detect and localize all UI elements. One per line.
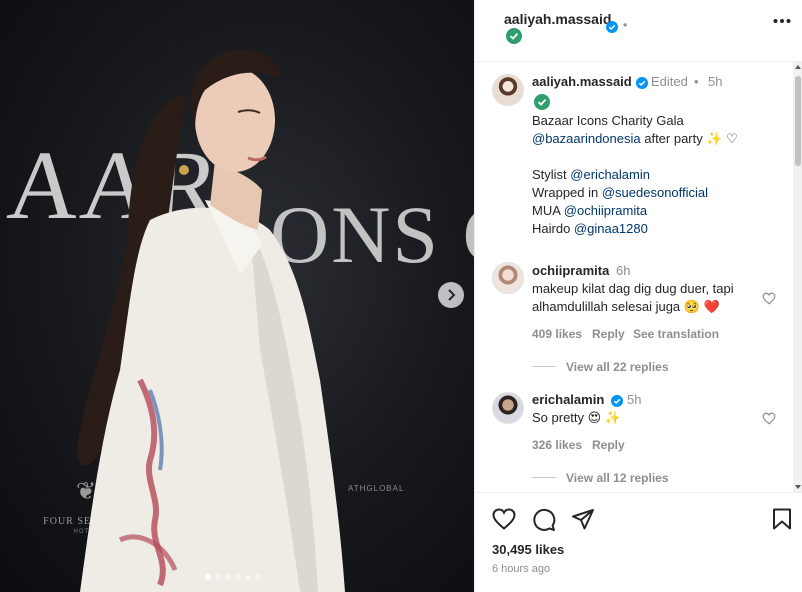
avatar[interactable] xyxy=(492,392,524,424)
avatar[interactable] xyxy=(492,74,524,106)
caption-stylist: Stylist @erichalamin xyxy=(532,166,650,184)
caption-dot: • xyxy=(694,74,699,89)
heart-outline-icon[interactable] xyxy=(492,508,516,530)
caption-username[interactable]: aaliyah.massaid xyxy=(532,73,632,91)
carousel-dots xyxy=(205,574,261,580)
stylist-label: Stylist xyxy=(532,167,571,182)
verified-badge-icon xyxy=(611,395,623,407)
backdrop-small-logo: ATHGLOBAL xyxy=(348,484,405,493)
green-check-badge-icon xyxy=(534,94,550,110)
green-check-badge-icon xyxy=(506,28,522,44)
view-replies-link[interactable]: View all 12 replies xyxy=(566,469,669,487)
verified-badge-icon xyxy=(636,77,648,89)
mention-ochiipramita[interactable]: @ochiipramita xyxy=(564,203,647,218)
header-separator: • xyxy=(623,18,628,32)
carousel-dot xyxy=(235,574,241,580)
view-replies-link[interactable]: View all 22 replies xyxy=(566,358,669,376)
ellipsis-icon[interactable] xyxy=(773,18,791,24)
comment-reply-button[interactable]: Reply xyxy=(592,325,625,343)
carousel-dot xyxy=(205,574,211,580)
comment-likes[interactable]: 409 likes xyxy=(532,325,582,343)
caption-line-1: Bazaar Icons Charity Gala xyxy=(532,113,684,128)
carousel-dot xyxy=(255,574,261,580)
caption-time[interactable]: 5h xyxy=(708,73,722,91)
post-timestamp[interactable]: 6 hours ago xyxy=(492,563,550,575)
paper-plane-icon[interactable] xyxy=(571,508,595,530)
comment-reply-button[interactable]: Reply xyxy=(592,436,625,454)
heart-outline-icon[interactable] xyxy=(762,412,776,425)
comments-scrollbar[interactable] xyxy=(793,62,802,492)
mua-label: MUA xyxy=(532,203,564,218)
mention-erichalamin[interactable]: @erichalamin xyxy=(570,167,650,182)
carousel-dot xyxy=(245,574,251,580)
carousel-dot xyxy=(215,574,221,580)
verified-badge-icon xyxy=(606,21,618,33)
carousel-dot xyxy=(225,574,231,580)
post-photo[interactable]: AAR ONS C ❦ FOUR SEASONS HOTEL xyxy=(0,0,474,592)
comment-username[interactable]: ochiipramita xyxy=(532,262,609,280)
heart-outline-icon[interactable] xyxy=(762,292,776,305)
caption-line-2-rest: after party ✨ ♡ xyxy=(640,131,738,146)
comment-time[interactable]: 6h xyxy=(616,262,630,280)
chevron-right-icon xyxy=(448,289,456,301)
scroll-up-arrow-icon[interactable] xyxy=(795,65,801,69)
like-count[interactable]: 30,495 likes xyxy=(492,542,564,557)
scrollbar-thumb[interactable] xyxy=(795,76,801,166)
scroll-down-arrow-icon[interactable] xyxy=(795,485,801,489)
comment-text-line-2: alhamdulillah selesai juga 🥺 ❤️ xyxy=(532,299,720,314)
header-username[interactable]: aaliyah.massaid xyxy=(504,11,611,27)
wrapped-label: Wrapped in xyxy=(532,185,602,200)
mention-suedesonofficial[interactable]: @suedesonofficial xyxy=(602,185,708,200)
comment-username[interactable]: erichalamin xyxy=(532,391,604,409)
see-translation-link[interactable]: See translation xyxy=(633,325,719,343)
mention-bazaarindonesia[interactable]: @bazaarindonesia xyxy=(532,131,641,146)
replies-divider xyxy=(532,477,556,478)
mention-ginaa1280[interactable]: @ginaa1280 xyxy=(574,221,648,236)
comment-likes[interactable]: 326 likes xyxy=(532,436,582,454)
comment-time[interactable]: 5h xyxy=(627,391,641,409)
replies-divider xyxy=(532,366,556,367)
comment-text-line-1: makeup kilat dag dig dug duer, tapi xyxy=(532,281,734,296)
bookmark-icon[interactable] xyxy=(772,508,792,530)
caption-mua: MUA @ochiipramita xyxy=(532,202,647,220)
caption-hairdo: Hairdo @ginaa1280 xyxy=(532,220,648,238)
post-actions: 30,495 likes 6 hours ago xyxy=(475,492,802,592)
caption-wrapped: Wrapped in @suedesonofficial xyxy=(532,184,708,202)
caption-edited: Edited xyxy=(651,74,688,89)
caption-line-2: @bazaarindonesia after party ✨ ♡ xyxy=(532,130,738,148)
avatar[interactable] xyxy=(492,262,524,294)
post-header: aaliyah.massaid • xyxy=(475,0,802,62)
carousel-next-button[interactable] xyxy=(438,282,464,308)
woman-figure xyxy=(77,49,345,592)
instagram-post-window: AAR ONS C ❦ FOUR SEASONS HOTEL xyxy=(0,0,802,592)
comments-scroll-area[interactable]: aaliyah.massaid Edited • 5h Bazaar Icons… xyxy=(475,62,793,492)
post-side-panel: aaliyah.massaid • aaliyah.massaid Edited… xyxy=(474,0,802,592)
speech-bubble-icon[interactable] xyxy=(532,508,556,532)
hairdo-label: Hairdo xyxy=(532,221,574,236)
comment-text: So pretty 😍 ✨ xyxy=(532,410,621,425)
